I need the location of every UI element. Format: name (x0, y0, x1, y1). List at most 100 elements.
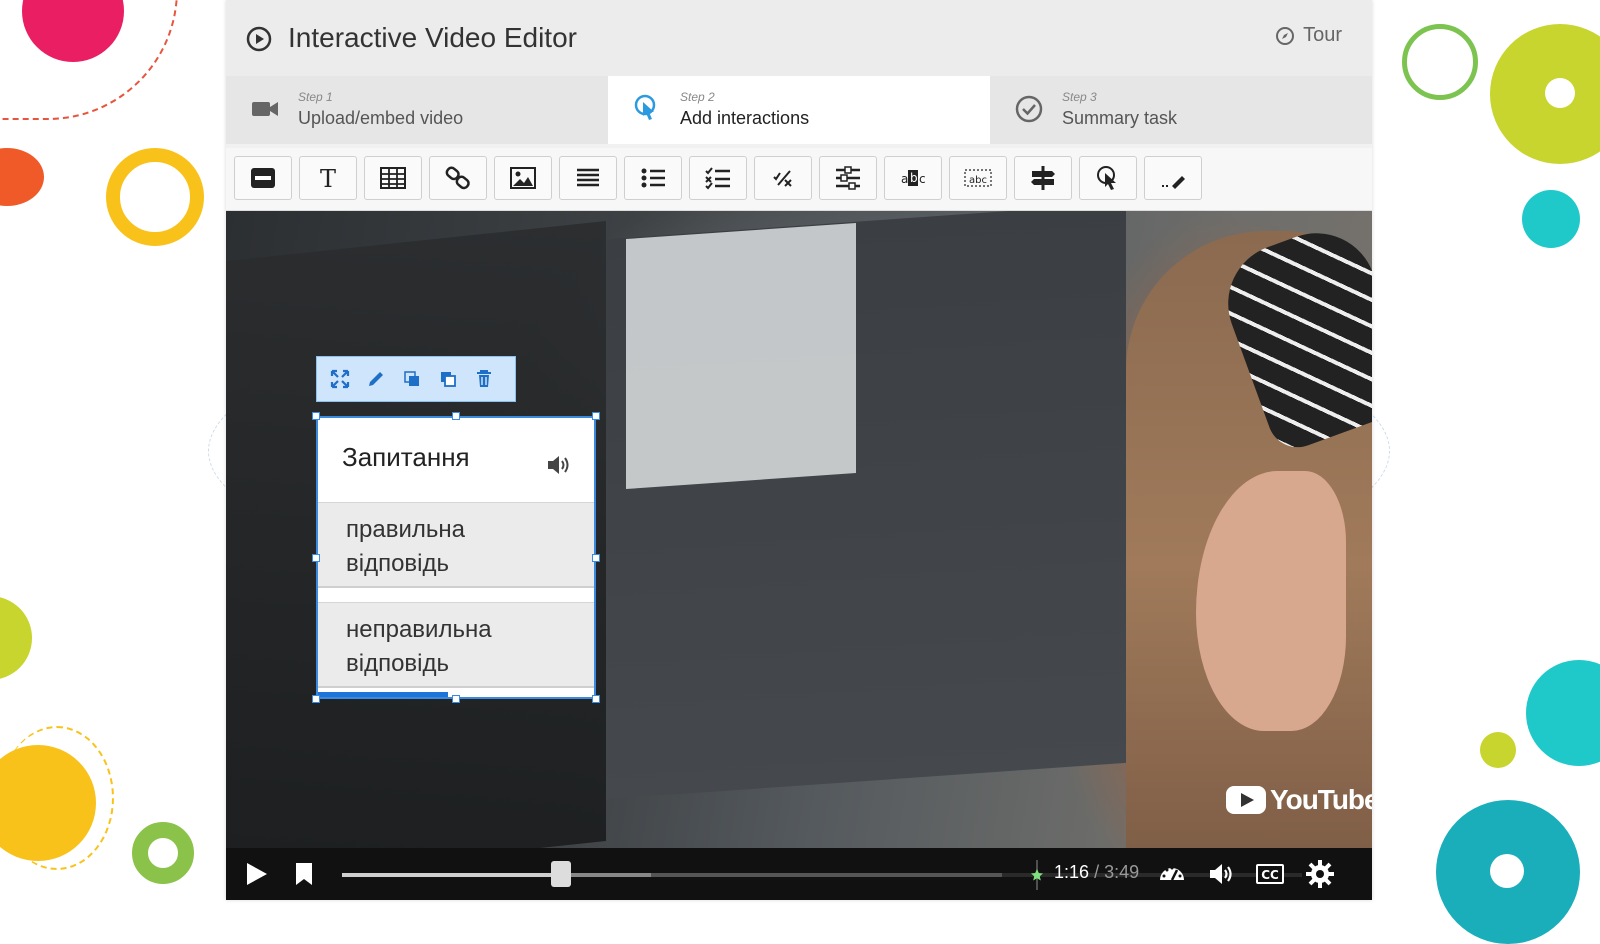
speaker-icon[interactable] (544, 450, 574, 480)
duration: 3:49 (1104, 862, 1140, 882)
question-text: Запитання (342, 442, 470, 472)
crossroads-icon (1031, 166, 1055, 190)
tour-button[interactable]: Tour (1275, 24, 1342, 47)
add-hotspot-button[interactable] (1079, 156, 1137, 200)
free-text-icon (1162, 176, 1185, 189)
add-true-false-button[interactable] (754, 156, 812, 200)
resize-handle[interactable] (312, 412, 320, 420)
add-multiple-choice-button[interactable] (689, 156, 747, 200)
step-upload-embed-video[interactable]: Step 1 Upload/embed video (226, 76, 608, 144)
touch-pointer-icon (634, 94, 656, 120)
add-label-button[interactable] (234, 156, 292, 200)
compass-icon (1276, 26, 1295, 45)
svg-text:c: c (919, 172, 926, 186)
youtube-play-icon (1226, 786, 1266, 814)
seek-played (342, 873, 562, 877)
editor-title-bar: Interactive Video Editor Tour (226, 0, 1372, 77)
seek-bar[interactable] (342, 873, 1002, 877)
add-table-button[interactable] (364, 156, 422, 200)
step-tabs: Step 1 Upload/embed video Step 2 Add int… (226, 76, 1372, 144)
video-frame-screen (626, 222, 856, 490)
fullscreen-icon[interactable] (329, 368, 351, 390)
decor-circle (106, 148, 204, 246)
resize-handle[interactable] (592, 695, 600, 703)
step-number: Step 1 (298, 90, 333, 104)
link-icon (445, 166, 470, 190)
decor-circle (0, 148, 44, 206)
step-label: Add interactions (680, 108, 810, 128)
add-fill-blanks-button[interactable]: abc (884, 156, 942, 200)
step-number: Step 2 (680, 90, 715, 104)
add-single-choice-button[interactable] (624, 156, 682, 200)
add-mark-words-button[interactable]: abc (949, 156, 1007, 200)
add-link-button[interactable] (429, 156, 487, 200)
decor-circle (1545, 78, 1575, 108)
add-drag-text-button[interactable] (819, 156, 877, 200)
svg-text:a: a (901, 172, 908, 186)
answer-option-incorrect[interactable]: неправильна відповідь (318, 602, 594, 688)
label-icon (251, 168, 275, 188)
player-controls: 1:16 / 3:49 CC (226, 848, 1372, 900)
svg-text:T: T (320, 165, 336, 193)
add-free-text-button[interactable] (1144, 156, 1202, 200)
current-time: 1:16 (1054, 862, 1090, 882)
bring-front-icon[interactable] (401, 368, 423, 390)
settings-gear-icon[interactable] (1304, 858, 1336, 890)
drag-text-icon (836, 166, 860, 190)
add-crossroads-button[interactable] (1014, 156, 1072, 200)
step-label: Summary task (1062, 108, 1178, 128)
svg-text:abc: abc (969, 175, 987, 186)
resize-handle[interactable] (452, 412, 460, 420)
decor-circle (1522, 190, 1580, 248)
mark-words-icon: abc (964, 169, 992, 187)
resize-handle[interactable] (312, 554, 320, 562)
delete-icon[interactable] (473, 368, 495, 390)
multiple-choice-icon (705, 167, 730, 190)
svg-text:b: b (910, 171, 918, 185)
resize-handle[interactable] (452, 695, 460, 703)
video-player[interactable]: YouTube Запитання правильна відповідь не… (226, 211, 1372, 900)
seek-handle[interactable] (551, 861, 572, 887)
time-display: 1:16 / 3:49 (1054, 862, 1139, 883)
add-statements-button[interactable] (559, 156, 617, 200)
step-number: Step 3 (1062, 90, 1097, 104)
interactions-toolbar: T abc abc (226, 148, 1372, 211)
decor-circle (1402, 24, 1478, 100)
step-add-interactions[interactable]: Step 2 Add interactions (608, 76, 990, 144)
interaction-marker-icon[interactable] (1030, 860, 1044, 890)
resize-handle[interactable] (592, 554, 600, 562)
volume-icon[interactable] (1206, 858, 1238, 890)
check-circle-icon (1015, 95, 1043, 123)
step-label: Upload/embed video (298, 108, 464, 128)
send-back-icon[interactable] (437, 368, 459, 390)
statements-icon (577, 168, 599, 187)
play-circle-icon (246, 26, 272, 52)
true-false-icon (773, 170, 792, 187)
bookmark-icon[interactable] (288, 858, 320, 890)
answer-option-correct[interactable]: правильна відповідь (318, 502, 594, 588)
interaction-progress (318, 692, 448, 697)
edit-icon[interactable] (365, 368, 387, 390)
interaction-edit-toolbar (316, 356, 516, 402)
resize-handle[interactable] (312, 695, 320, 703)
decor-circle (0, 596, 32, 680)
captions-icon[interactable]: CC (1254, 858, 1286, 890)
step-summary-task[interactable]: Step 3 Summary task (990, 76, 1372, 144)
add-image-button[interactable] (494, 156, 552, 200)
editor-title: Interactive Video Editor (288, 22, 577, 53)
hotspot-icon (1097, 166, 1116, 190)
fill-blanks-icon: abc (901, 170, 926, 186)
add-text-button[interactable]: T (299, 156, 357, 200)
image-icon (510, 167, 536, 189)
resize-handle[interactable] (592, 412, 600, 420)
decor-circle (132, 822, 194, 884)
decor-circle (1526, 660, 1600, 766)
youtube-watermark[interactable]: YouTube (1226, 784, 1372, 816)
playback-speed-icon[interactable] (1156, 858, 1188, 890)
play-icon[interactable] (240, 858, 272, 890)
interactive-video-editor: Interactive Video Editor Tour Step 1 Upl… (226, 0, 1372, 900)
single-choice-interaction[interactable]: Запитання правильна відповідь неправильн… (316, 416, 596, 699)
table-icon (380, 167, 406, 189)
single-choice-icon (641, 168, 665, 188)
youtube-wordmark: YouTube (1270, 784, 1372, 815)
